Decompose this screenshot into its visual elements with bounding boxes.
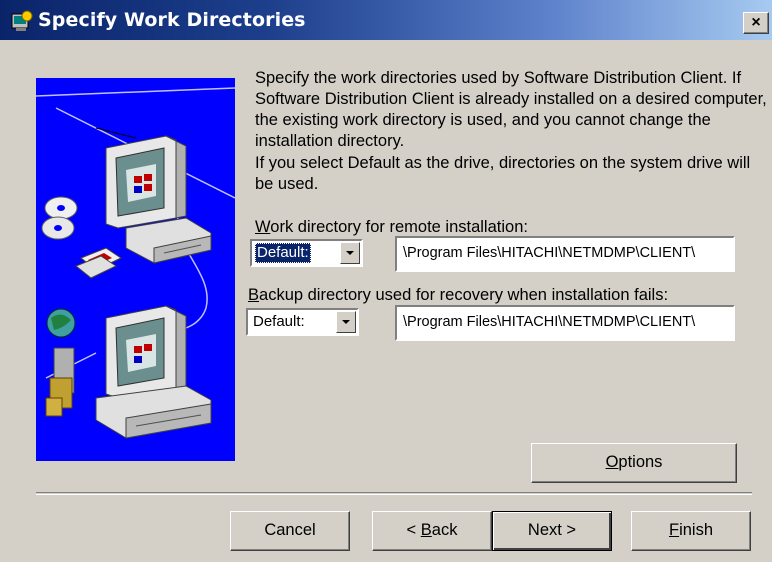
remote-install-path-field[interactable]: \Program Files\HITACHI\NETMDMP\CLIENT\ xyxy=(395,236,735,272)
cd-icon xyxy=(41,196,78,240)
drive-select-value: Default: xyxy=(253,313,305,330)
drive-select-value: Default: xyxy=(255,243,311,263)
dropdown-arrow-icon[interactable] xyxy=(340,242,360,264)
backup-path-field[interactable]: \Program Files\HITACHI\NETMDMP\CLIENT\ xyxy=(395,305,735,341)
globe-icon xyxy=(45,308,76,417)
button-label: ack xyxy=(431,521,458,539)
floppy-icon xyxy=(75,247,123,279)
instructions-text: Specify the work directories used by Sof… xyxy=(255,68,767,195)
window-title: Specify Work Directories xyxy=(38,9,306,31)
setup-app-icon xyxy=(11,10,33,31)
title-bar: Specify Work Directories × xyxy=(0,0,772,40)
label-text: ackup directory used for recovery when i… xyxy=(259,286,669,304)
dropdown-arrow-icon[interactable] xyxy=(336,311,356,333)
finish-button[interactable]: Finish xyxy=(631,511,751,551)
backup-drive-select[interactable]: Default: xyxy=(246,308,359,336)
computer-icon xyxy=(105,135,212,264)
next-button[interactable]: Next > xyxy=(492,511,612,551)
label-text: ork directory for remote installation: xyxy=(270,218,528,236)
button-mnemonic: F xyxy=(668,521,680,539)
label-mnemonic: B xyxy=(248,286,260,304)
button-prefix: < xyxy=(406,521,421,539)
computer-icon xyxy=(95,305,212,439)
button-mnemonic: O xyxy=(605,453,619,471)
label-mnemonic: W xyxy=(255,218,271,236)
remote-install-drive-select[interactable]: Default: xyxy=(250,239,363,267)
button-label: ptions xyxy=(618,453,663,471)
backup-dir-label: Backup directory used for recovery when … xyxy=(248,286,668,305)
close-button[interactable]: × xyxy=(743,12,769,34)
back-button[interactable]: < Back xyxy=(372,511,492,551)
close-icon: × xyxy=(751,14,761,31)
separator xyxy=(36,492,752,495)
wizard-illustration xyxy=(36,78,235,461)
instructions-paragraph: Specify the work directories used by Sof… xyxy=(255,69,767,150)
options-button[interactable]: Options xyxy=(531,443,737,483)
instructions-paragraph: If you select Default as the drive, dire… xyxy=(255,154,751,193)
cancel-button[interactable]: Cancel xyxy=(230,511,350,551)
button-label: inish xyxy=(679,521,714,539)
remote-install-dir-label: Work directory for remote installation: xyxy=(255,218,528,237)
button-mnemonic: B xyxy=(420,521,432,539)
